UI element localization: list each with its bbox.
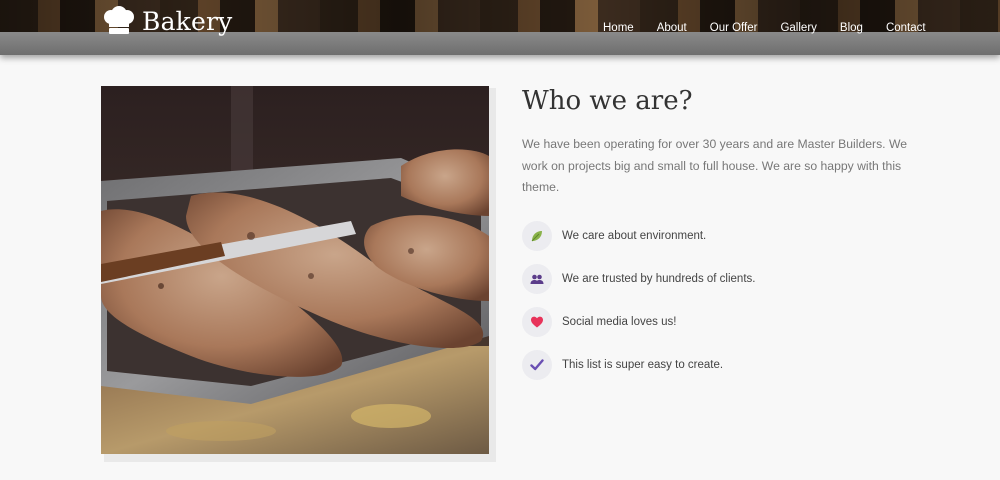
bread-tray-photo <box>101 86 489 454</box>
section-title: Who we are? <box>522 86 693 116</box>
main-nav: Home About Our Offer Gallery Blog Contac… <box>603 20 926 36</box>
nav-blog[interactable]: Blog <box>840 20 863 36</box>
heart-icon <box>522 307 552 337</box>
users-icon <box>522 264 552 294</box>
feature-list: We care about environment. We are truste… <box>522 221 755 393</box>
list-item: Social media loves us! <box>522 307 755 337</box>
leaf-icon <box>522 221 552 251</box>
nav-about[interactable]: About <box>657 20 687 36</box>
section-description: We have been operating for over 30 years… <box>522 137 908 194</box>
checkmark-icon <box>522 350 552 380</box>
nav-home[interactable]: Home <box>603 20 634 36</box>
feature-text: Social media loves us! <box>562 316 677 328</box>
nav-our-offer[interactable]: Our Offer <box>710 20 758 36</box>
brand-name: Bakery <box>142 6 233 36</box>
brand-logo[interactable]: Bakery <box>101 5 233 37</box>
nav-gallery[interactable]: Gallery <box>780 20 816 36</box>
nav-contact[interactable]: Contact <box>886 20 926 36</box>
chef-hat-icon <box>104 6 134 34</box>
feature-text: We care about environment. <box>562 230 707 242</box>
feature-text: This list is super easy to create. <box>562 359 724 371</box>
list-item: We are trusted by hundreds of clients. <box>522 264 755 294</box>
list-item: This list is super easy to create. <box>522 350 755 380</box>
list-item: We care about environment. <box>522 221 755 251</box>
feature-text: We are trusted by hundreds of clients. <box>562 273 756 285</box>
